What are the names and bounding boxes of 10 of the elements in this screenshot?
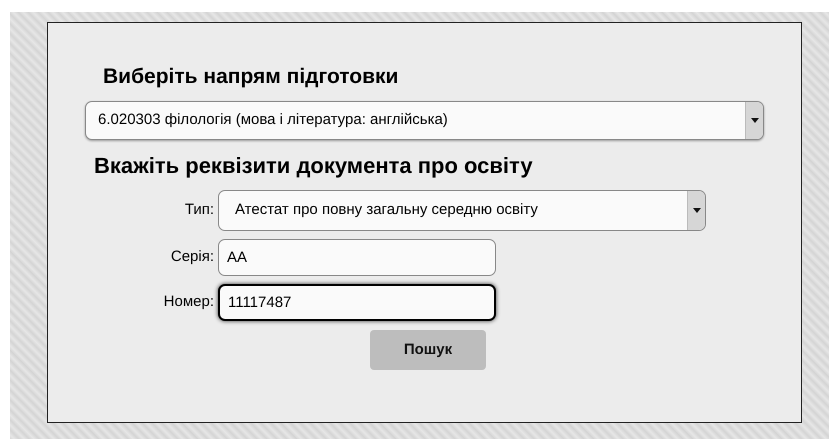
field-label: Номер: <box>162 292 215 312</box>
type-select[interactable]: Атестат про повну загальну середню освіту <box>218 190 706 231</box>
section-heading: Виберіть напрям підготовки <box>103 64 398 90</box>
field-label: Тип: <box>184 200 215 220</box>
field-label: Серія: <box>170 247 215 268</box>
input-field[interactable]: АА <box>218 239 496 276</box>
input-field[interactable]: 11117487 <box>218 284 496 321</box>
search-button[interactable]: Пошук <box>370 330 486 370</box>
direction-select[interactable]: 6.020303 філологія (мова і література: англійська) <box>85 101 764 140</box>
section-heading: Вкажіть реквізити документа про освіту <box>94 152 533 180</box>
